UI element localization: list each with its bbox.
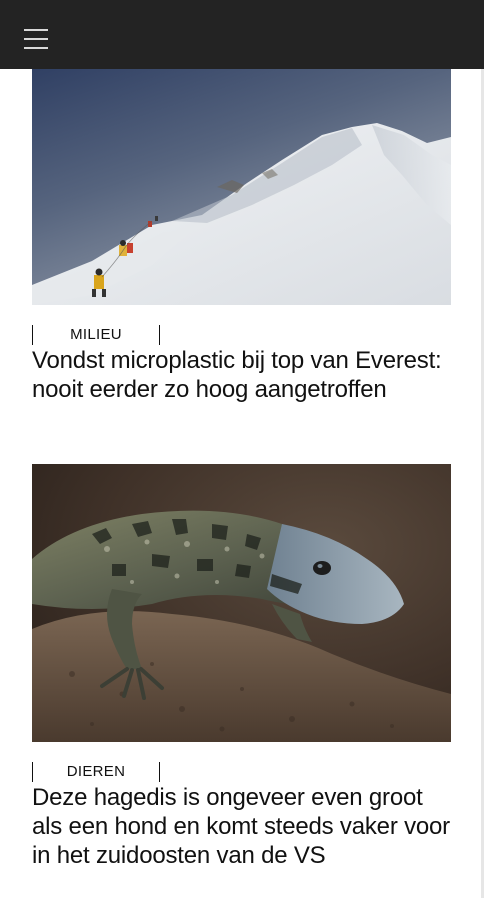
article-image-everest[interactable]	[32, 65, 451, 305]
article-headline[interactable]: Vondst microplastic bij top van Everest:…	[32, 346, 451, 404]
article-image-lizard[interactable]	[32, 464, 451, 742]
article-card[interactable]: MILIEU Vondst microplastic bij top van E…	[32, 65, 451, 404]
article-headline[interactable]: Deze hagedis is ongeveer even groot als …	[32, 783, 451, 870]
article-category[interactable]: DIEREN	[32, 762, 160, 782]
article-category[interactable]: MILIEU	[32, 325, 160, 345]
article-card[interactable]: DIEREN Deze hagedis is ongeveer even gro…	[32, 464, 451, 870]
hamburger-menu-icon[interactable]	[24, 29, 48, 49]
top-navigation-bar	[0, 0, 484, 69]
page: MILIEU Vondst microplastic bij top van E…	[0, 0, 484, 898]
